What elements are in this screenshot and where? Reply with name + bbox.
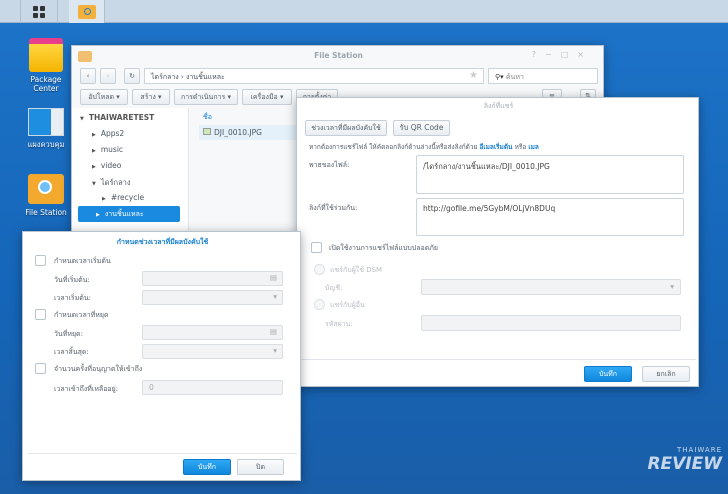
refresh-button[interactable]: ↻ bbox=[124, 68, 140, 84]
secure-sharing-checkbox[interactable] bbox=[311, 242, 322, 253]
breadcrumb-item[interactable]: ไดร์กลาง bbox=[151, 73, 179, 81]
action-button[interactable]: การดำเนินการ ▾ bbox=[174, 89, 238, 105]
start-date-field[interactable]: ▤ bbox=[142, 271, 283, 286]
share-link-dialog: ลิงก์ที่แชร์ ช่วงเวลาที่มีผลบังคับใช้ รั… bbox=[296, 97, 699, 387]
desktop-icon-control-panel[interactable]: แผงควบคุม bbox=[18, 108, 74, 149]
tree-item-music[interactable]: ▶music bbox=[92, 145, 123, 154]
close-button[interactable]: ปิด bbox=[237, 459, 284, 475]
file-station-icon bbox=[28, 174, 64, 204]
tree-item-apps2[interactable]: ▶Apps2 bbox=[92, 129, 124, 138]
upload-button[interactable]: อัปโหลด ▾ bbox=[80, 89, 128, 105]
grid-icon bbox=[33, 6, 45, 18]
breadcrumb-item[interactable]: งานชิ้นแหละ bbox=[186, 73, 225, 81]
folder-search-icon bbox=[78, 5, 96, 19]
account-select[interactable]: ▾ bbox=[421, 279, 681, 295]
stop-date-label: วันที่หยุด: bbox=[54, 329, 83, 340]
start-time-checkbox[interactable] bbox=[35, 255, 46, 266]
calendar-icon[interactable]: ▤ bbox=[270, 327, 277, 336]
share-dsm-user-radio[interactable] bbox=[314, 264, 325, 275]
validity-period-dialog: กำหนดช่วงเวลาที่มีผลบังคับใช้ กำหนดเวลาเ… bbox=[22, 231, 301, 481]
file-row[interactable]: DJI_0010.JPG bbox=[199, 125, 309, 140]
window-controls[interactable]: ?−□× bbox=[532, 50, 593, 59]
stop-time-checkbox[interactable] bbox=[35, 309, 46, 320]
desktop-icon-package-center[interactable]: Package Center bbox=[18, 38, 74, 93]
password-label: รหัสผ่าน: bbox=[325, 319, 353, 330]
default-email-link[interactable]: อีเมลเริ่มต้น bbox=[479, 143, 512, 151]
access-count-label: จำนวนครั้งที่อนุญาตให้เข้าถึง bbox=[54, 364, 142, 375]
save-button[interactable]: บันทึก bbox=[584, 366, 632, 382]
control-panel-icon bbox=[28, 108, 64, 136]
file-path-label: พาธของไฟล์: bbox=[309, 160, 349, 171]
chevron-down-icon: ▾ bbox=[273, 292, 277, 301]
end-time-select[interactable]: ▾ bbox=[142, 344, 283, 359]
thaiware-review-watermark: THAIWARE REVIEW bbox=[622, 446, 722, 490]
taskbar bbox=[0, 0, 728, 23]
dialog-title: ลิงก์ที่แชร์ bbox=[297, 101, 700, 112]
chevron-down-icon: ▾ bbox=[670, 282, 674, 291]
tree-root[interactable]: ▼THAIWARETEST bbox=[80, 113, 154, 122]
share-dsm-user-label: แชร์กับผู้ใช้ DSM bbox=[330, 265, 382, 276]
back-button[interactable]: ‹ bbox=[80, 68, 96, 84]
password-field[interactable] bbox=[421, 315, 681, 331]
create-button[interactable]: สร้าง ▾ bbox=[132, 89, 170, 105]
search-icon: ⚲▾ bbox=[495, 73, 506, 81]
divider bbox=[28, 453, 297, 454]
secure-sharing-label: เปิดใช้งานการแชร์ไฟล์แบบปลอดภัย bbox=[329, 243, 438, 254]
column-header-name[interactable]: ชื่อ bbox=[203, 112, 212, 123]
file-path-field[interactable]: /ไดร์กลาง/งานชิ้นแหละ/DJI_0010.JPG bbox=[416, 155, 684, 194]
chevron-down-icon: ▾ bbox=[273, 346, 277, 355]
calendar-icon[interactable]: ▤ bbox=[270, 273, 277, 282]
tree-item-shared-drive[interactable]: ▼ไดร์กลาง bbox=[92, 177, 131, 189]
path-bar[interactable]: ไดร์กลาง › งานชิ้นแหละ ★ bbox=[144, 68, 484, 84]
start-time-check-label: กำหนดเวลาเริ่มต้น bbox=[54, 256, 111, 267]
image-file-icon bbox=[203, 128, 211, 135]
account-label: บัญชี: bbox=[325, 283, 343, 294]
tools-button[interactable]: เครื่องมือ ▾ bbox=[242, 89, 292, 105]
stop-time-check-label: กำหนดเวลาที่หยุด bbox=[54, 310, 109, 321]
start-time-label: เวลาเริ่มต้น: bbox=[54, 293, 91, 304]
start-time-select[interactable]: ▾ bbox=[142, 290, 283, 305]
shared-link-label: ลิงก์ที่ใช้ร่วมกัน: bbox=[309, 203, 357, 214]
validity-period-button[interactable]: ช่วงเวลาที่มีผลบังคับใช้ bbox=[305, 120, 387, 136]
window-title: File Station bbox=[72, 51, 605, 60]
share-others-radio[interactable] bbox=[314, 299, 325, 310]
tree-item-recycle[interactable]: ▶#recycle bbox=[102, 193, 144, 202]
access-count-checkbox[interactable] bbox=[35, 363, 46, 374]
star-icon[interactable]: ★ bbox=[469, 70, 478, 81]
desktop-icon-file-station[interactable]: File Station bbox=[18, 174, 74, 217]
share-info-text: หากต้องการแชร์ไฟล์ ให้คัดลอกลิงก์ด้านล่า… bbox=[309, 142, 539, 152]
forward-button[interactable]: › bbox=[100, 68, 116, 84]
mail-link[interactable]: เมล bbox=[528, 143, 539, 151]
start-date-label: วันที่เริ่มต้น: bbox=[54, 275, 90, 286]
shared-link-field[interactable]: http://gofile.me/5GybM/OLjVn8DUq bbox=[416, 198, 684, 236]
cancel-button[interactable]: ยกเลิก bbox=[642, 366, 690, 382]
get-qr-code-button[interactable]: รับ QR Code bbox=[393, 120, 450, 136]
tree-item-selected-folder[interactable]: ▶งานชิ้นแหละ bbox=[78, 206, 180, 222]
end-time-label: เวลาสิ้นสุด: bbox=[54, 347, 89, 358]
dialog-title: กำหนดช่วงเวลาที่มีผลบังคับใช้ bbox=[23, 237, 302, 248]
share-others-label: แชร์กับผู้อื่น bbox=[330, 300, 365, 311]
divider bbox=[301, 359, 696, 360]
remaining-access-field[interactable]: 0 bbox=[142, 380, 283, 395]
stop-date-field[interactable]: ▤ bbox=[142, 325, 283, 340]
remaining-access-label: เวลาเข้าถึงที่เหลืออยู่: bbox=[54, 384, 118, 395]
search-input[interactable]: ⚲▾ ค้นหา bbox=[488, 68, 598, 84]
main-menu-button[interactable] bbox=[20, 0, 58, 23]
folder-tree: ▼THAIWARETEST ▶Apps2 ▶music ▶video ▼ไดร์… bbox=[72, 108, 189, 246]
save-button[interactable]: บันทึก bbox=[183, 459, 231, 475]
package-center-icon bbox=[29, 38, 63, 72]
file-station-taskbar-button[interactable] bbox=[69, 0, 105, 23]
tree-item-video[interactable]: ▶video bbox=[92, 161, 121, 170]
